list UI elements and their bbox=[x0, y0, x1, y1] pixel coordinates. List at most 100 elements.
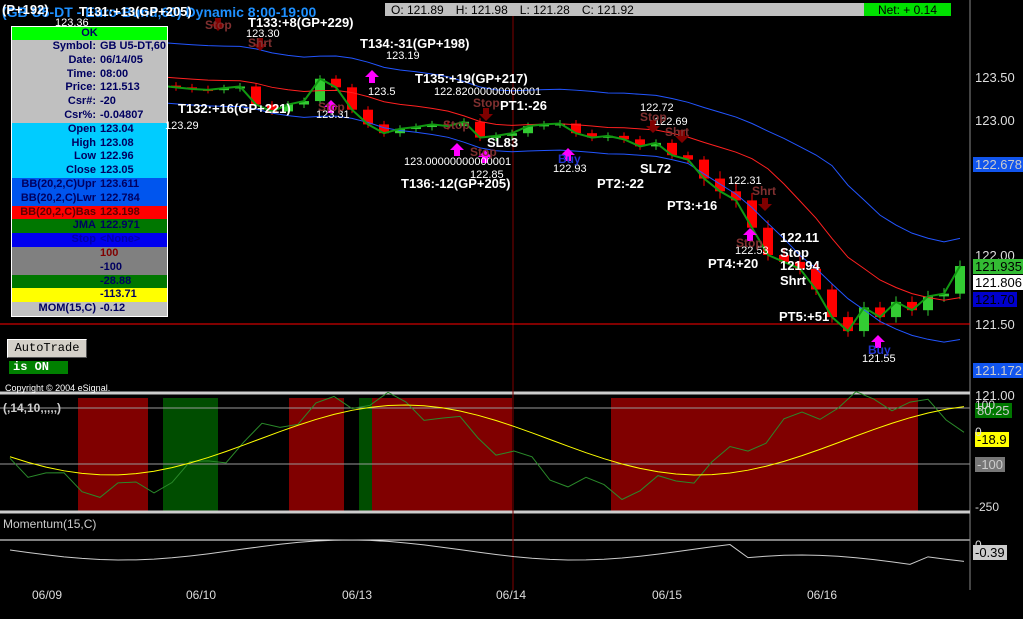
row-value: 123.05 bbox=[100, 164, 134, 177]
date-label: 06/09 bbox=[32, 588, 63, 602]
chart-label: T132:+16(GP+221) bbox=[178, 101, 291, 116]
date-label: 06/14 bbox=[496, 588, 527, 602]
row-key bbox=[12, 247, 100, 261]
chart-label: 121.94 bbox=[780, 258, 820, 273]
chart-label: 122.11 bbox=[780, 230, 820, 245]
osc-zone bbox=[611, 398, 918, 511]
buy-arrow-icon bbox=[450, 143, 464, 156]
price-tag: 121.70 bbox=[973, 292, 1017, 307]
row-key: MOM(15,C) bbox=[38, 302, 96, 315]
signal-label: Buy bbox=[868, 343, 891, 357]
chart-label: SL72 bbox=[640, 161, 672, 176]
row-key: Open bbox=[67, 122, 96, 135]
signal-label: Shrt bbox=[752, 184, 776, 198]
data-window[interactable]: OK Symbol: GB U5-DT,60 Date: 06/14/05 Time: 0… bbox=[11, 26, 168, 317]
data-window-row: BB(20,2,C)Upr 123.611 bbox=[12, 177, 167, 192]
row-key bbox=[12, 261, 100, 275]
autotrade-status: is ON bbox=[9, 361, 68, 374]
row-value: -0.04807 bbox=[100, 108, 144, 121]
autotrade-button[interactable]: AutoTrade bbox=[7, 339, 87, 358]
row-value: GB U5-DT,60 bbox=[100, 40, 167, 52]
chart-label: T134:-31(GP+198) bbox=[360, 36, 470, 51]
chart-label: 123.19 bbox=[386, 50, 420, 62]
price-tag: 122.678 bbox=[973, 157, 1023, 172]
signal-label: Shrt bbox=[665, 125, 689, 139]
osc-zone bbox=[163, 398, 218, 511]
data-window-row: -113.71 bbox=[12, 288, 167, 303]
signal-label: Stop bbox=[470, 145, 497, 159]
data-window-row: BB(20,2,C)Bas 123.198 bbox=[12, 205, 167, 220]
chart-label: 123.29 bbox=[165, 120, 199, 132]
date-label: 06/10 bbox=[186, 588, 217, 602]
ohlc-bar: O: 121.89 H: 121.98 L: 121.28 C: 121.92 … bbox=[385, 3, 951, 17]
momentum-label: Momentum(15,C) bbox=[3, 517, 97, 531]
row-value: 100 bbox=[100, 246, 119, 259]
row-value: 122.784 bbox=[100, 191, 140, 204]
open-value: O: 121.89 bbox=[391, 3, 444, 17]
chart-label: PT4:+20 bbox=[708, 256, 759, 271]
signal-label: Stop bbox=[640, 110, 667, 124]
low-value: L: 121.28 bbox=[519, 3, 570, 17]
data-window-row: High 123.08 bbox=[12, 136, 167, 151]
osc-zone bbox=[372, 398, 512, 511]
close-value: C: 121.92 bbox=[581, 3, 634, 17]
signal-label: Stop bbox=[736, 236, 763, 250]
chart-label: -250 bbox=[975, 500, 1000, 514]
osc-zone bbox=[289, 398, 344, 511]
row-value: 123.611 bbox=[100, 177, 140, 190]
last-trade-label: T131:+13(GP+205) bbox=[79, 4, 192, 19]
row-value: <None> bbox=[100, 233, 141, 246]
row-value: 123.198 bbox=[100, 205, 140, 218]
data-window-row: Close 123.05 bbox=[12, 164, 167, 178]
chart-label: 123.36 bbox=[55, 17, 89, 29]
price-tag: 121.806 bbox=[973, 275, 1023, 290]
row-value: -100 bbox=[100, 260, 123, 273]
signal-label: Stop bbox=[473, 96, 500, 110]
row-key: Price: bbox=[65, 81, 96, 94]
row-key bbox=[12, 288, 100, 302]
chart-label: 123.5 bbox=[368, 86, 396, 98]
price-tag: 121.935 bbox=[973, 259, 1023, 274]
row-value: -20 bbox=[100, 95, 116, 108]
row-key: BB(20,2,C)Upr bbox=[21, 177, 96, 190]
data-window-row: JMA 122.971 bbox=[12, 219, 167, 234]
sell-arrow-icon bbox=[758, 198, 772, 211]
row-key: Stop bbox=[71, 233, 96, 246]
chart-label: 123.50 bbox=[975, 70, 1015, 85]
data-window-row: Time: 08:00 bbox=[12, 67, 167, 82]
row-value: -0.12 bbox=[100, 302, 126, 315]
signal-label: Stop bbox=[443, 118, 470, 132]
chart-label: 100 bbox=[975, 398, 996, 412]
bollinger-upper-line bbox=[111, 39, 961, 243]
row-key: Time: bbox=[66, 67, 96, 80]
oscillator-label: (,14,10,,,,,) bbox=[3, 401, 62, 415]
row-value: 122.971 bbox=[100, 219, 140, 232]
buy-arrow-icon bbox=[365, 70, 379, 83]
data-window-row: 100 bbox=[12, 246, 167, 261]
row-value: 123.04 bbox=[100, 122, 134, 135]
signal-label: Stop bbox=[205, 18, 232, 32]
chart-label: T135:+19(GP+217) bbox=[415, 71, 528, 86]
date-label: 06/16 bbox=[807, 588, 838, 602]
row-key: Date: bbox=[68, 53, 96, 66]
row-key: Csr#: bbox=[67, 95, 96, 108]
position-label: (P+192) bbox=[2, 2, 49, 17]
row-value: -113.71 bbox=[100, 288, 137, 301]
row-key: Low bbox=[74, 150, 96, 163]
row-value: -28.88 bbox=[100, 274, 132, 287]
signal-label: Buy bbox=[558, 152, 581, 166]
row-value: 121.513 bbox=[100, 81, 140, 94]
data-window-row: Csr%: -0.04807 bbox=[12, 108, 167, 123]
data-window-row: Csr#: -20 bbox=[12, 95, 167, 109]
chart-label: PT2:-22 bbox=[597, 176, 644, 191]
row-value: 08:00 bbox=[100, 67, 129, 80]
net-change: Net: + 0.14 bbox=[863, 3, 951, 17]
date-label: 06/13 bbox=[342, 588, 373, 602]
data-window-row: -28.88 bbox=[12, 274, 167, 289]
momentum-tag: -0.39 bbox=[973, 545, 1007, 560]
copyright: Copyright © 2004 eSignal. bbox=[5, 383, 111, 393]
chart-label: PT3:+16 bbox=[667, 198, 718, 213]
high-value: H: 121.98 bbox=[455, 3, 508, 17]
chart-label: PT1:-26 bbox=[500, 98, 547, 113]
signal-label: Shrt bbox=[248, 36, 272, 50]
